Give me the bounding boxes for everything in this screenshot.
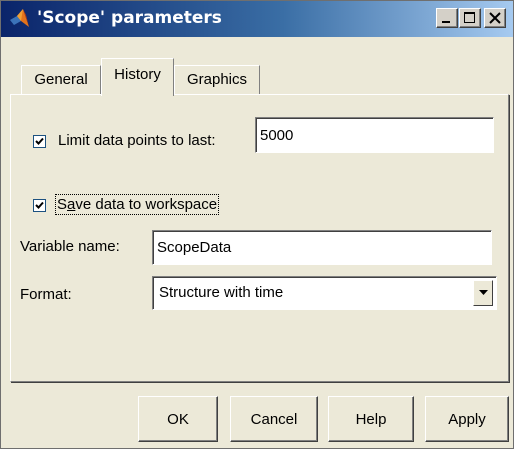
matlab-logo-icon — [9, 7, 31, 29]
save-workspace-label[interactable]: Save data to workspace — [54, 194, 220, 215]
cancel-button[interactable]: Cancel — [230, 396, 318, 442]
chevron-down-icon — [479, 290, 488, 295]
tab-graphics[interactable]: Graphics — [174, 65, 260, 95]
format-label: Format: — [20, 286, 72, 303]
save-workspace-checkbox[interactable] — [33, 199, 46, 212]
save-label-start: S — [57, 196, 68, 213]
tab-general-label: General — [34, 71, 88, 88]
title-bar[interactable]: 'Scope' parameters — [1, 1, 513, 37]
tab-history[interactable]: History — [101, 58, 174, 96]
close-icon — [489, 12, 501, 24]
limit-points-input[interactable] — [255, 117, 494, 153]
checkmark-icon — [35, 137, 44, 145]
tab-history-label: History — [114, 66, 161, 83]
limit-points-checkbox[interactable] — [33, 135, 46, 148]
limit-points-label[interactable]: Limit data points to last: — [58, 132, 216, 149]
format-selected-value: Structure with time — [159, 284, 284, 301]
maximize-button[interactable] — [459, 8, 481, 28]
dialog-window: 'Scope' parameters General History Graph… — [0, 0, 514, 449]
apply-button[interactable]: Apply — [425, 396, 509, 442]
variable-name-input[interactable] — [152, 230, 492, 265]
close-button[interactable] — [484, 8, 506, 28]
window-title: 'Scope' parameters — [37, 8, 222, 28]
format-dropdown[interactable]: Structure with time — [152, 276, 497, 310]
variable-name-label: Variable name: — [20, 238, 120, 255]
dropdown-button[interactable] — [473, 280, 493, 306]
ok-button[interactable]: OK — [138, 396, 218, 442]
minimize-button[interactable] — [436, 8, 458, 28]
save-label-rest: ve data to workspace — [75, 196, 218, 213]
help-button[interactable]: Help — [328, 396, 414, 442]
tab-general[interactable]: General — [21, 65, 101, 95]
tab-graphics-label: Graphics — [186, 71, 248, 88]
checkmark-icon — [35, 201, 44, 209]
